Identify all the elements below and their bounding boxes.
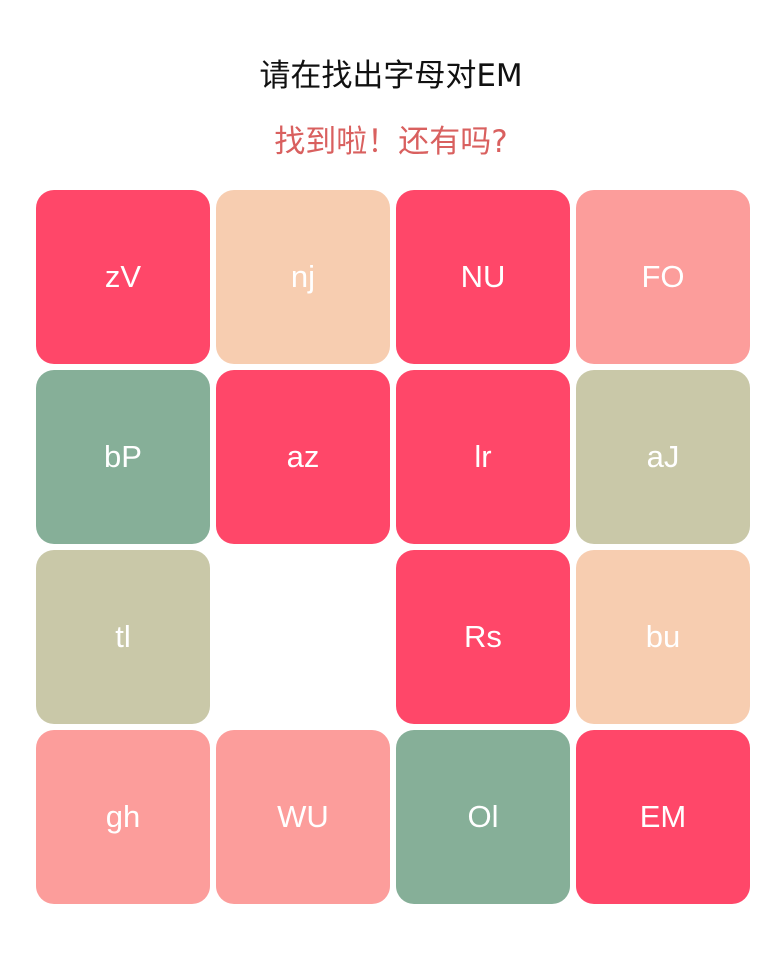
letter-tile[interactable]: zV (36, 190, 210, 364)
letter-tile[interactable]: FO (576, 190, 750, 364)
letter-tile[interactable]: lr (396, 370, 570, 544)
letter-tile[interactable]: EM (576, 730, 750, 904)
letter-tile[interactable]: az (216, 370, 390, 544)
instruction-title: 请在找出字母对EM (259, 58, 523, 94)
letter-tile[interactable]: NU (396, 190, 570, 364)
letter-tile[interactable]: nj (216, 190, 390, 364)
letter-tile[interactable]: gh (36, 730, 210, 904)
game-page: 请在找出字母对EM 找到啦！还有吗? zV nj NU FO bP az lr aJ tl Rs b… (0, 0, 782, 964)
letter-tile[interactable]: WU (216, 730, 390, 904)
letter-pair-grid: zV nj NU FO bP az lr aJ tl Rs bu gh WU Ol EM (36, 190, 750, 904)
letter-tile[interactable]: aJ (576, 370, 750, 544)
empty-tile-slot (216, 550, 390, 724)
letter-tile[interactable]: Ol (396, 730, 570, 904)
letter-tile[interactable]: Rs (396, 550, 570, 724)
letter-tile[interactable]: tl (36, 550, 210, 724)
letter-tile[interactable]: bu (576, 550, 750, 724)
letter-tile[interactable]: bP (36, 370, 210, 544)
feedback-message: 找到啦！还有吗? (274, 124, 508, 160)
